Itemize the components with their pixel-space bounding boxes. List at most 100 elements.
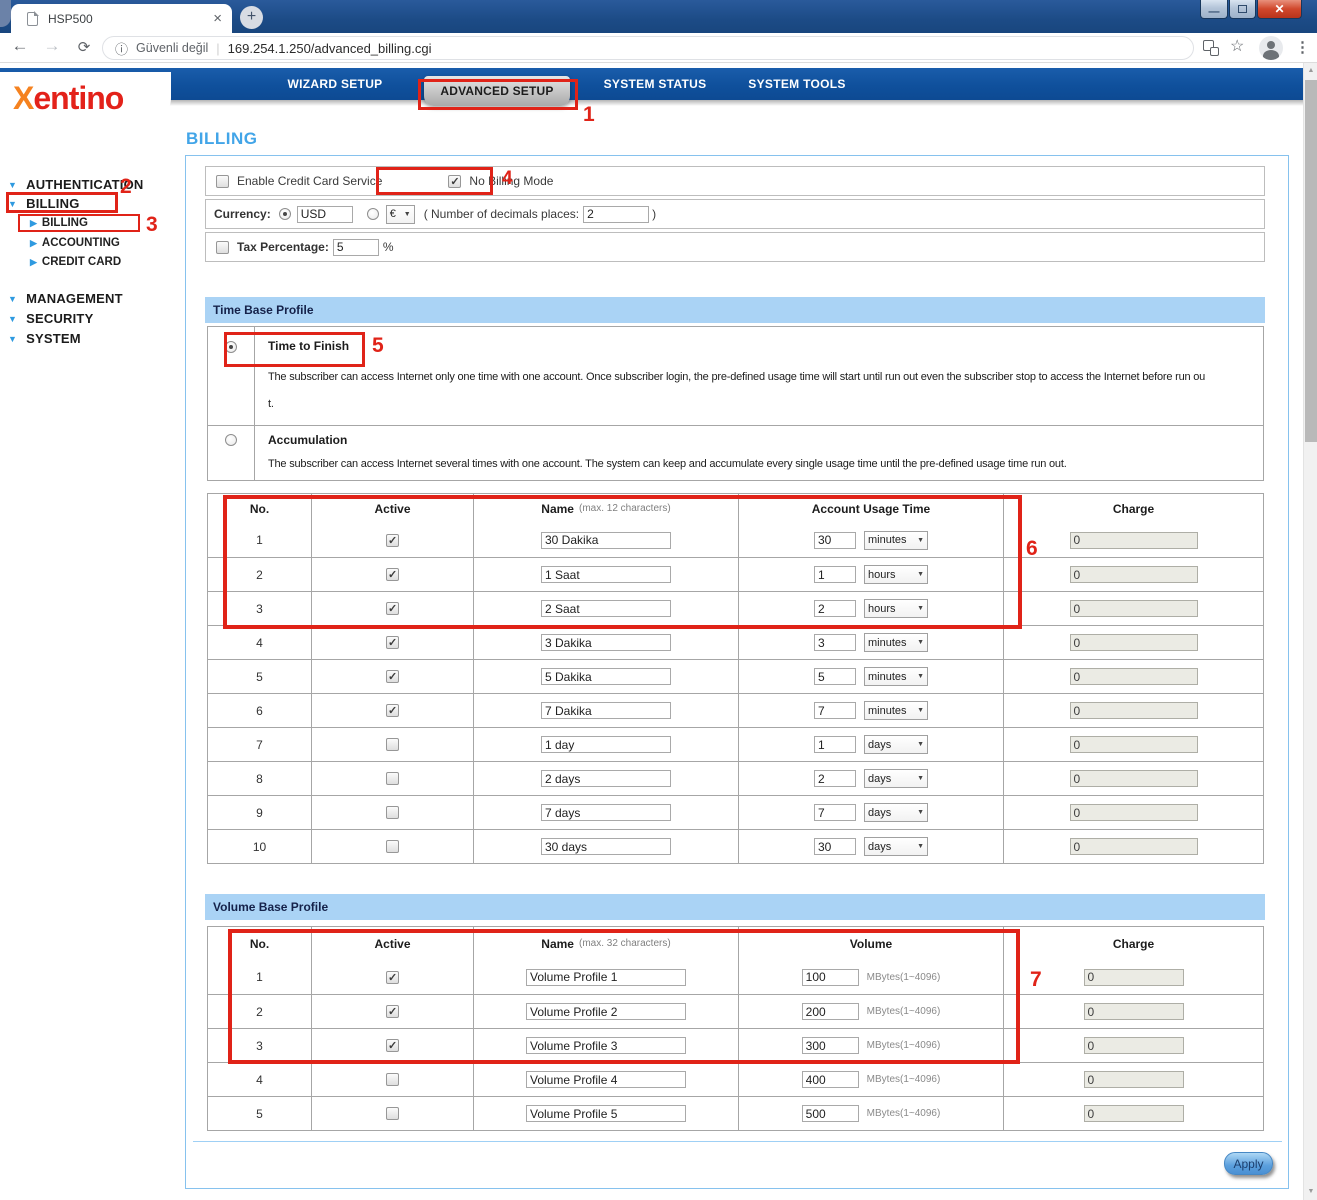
currency-usd-input[interactable]	[297, 206, 353, 223]
page-scrollbar[interactable]: ▲ ▼	[1303, 63, 1317, 1200]
usage-unit-select[interactable]: minutes ▼	[864, 701, 928, 720]
dropdown-arrow-icon: ▼	[913, 673, 924, 680]
active-checkbox[interactable]	[386, 806, 399, 819]
sidebar-item-security[interactable]: ▼ SECURITY	[8, 311, 93, 326]
decimals-input[interactable]	[583, 206, 649, 223]
charge-input[interactable]	[1070, 804, 1198, 821]
usage-unit-select[interactable]: days ▼	[864, 769, 928, 788]
usage-unit-select[interactable]: days ▼	[864, 803, 928, 822]
usage-time-input[interactable]	[814, 838, 856, 855]
annotation-box-3	[18, 214, 140, 232]
usage-unit-select[interactable]: minutes ▼	[864, 633, 928, 652]
charge-input[interactable]	[1084, 1071, 1184, 1088]
active-checkbox[interactable]	[386, 1073, 399, 1086]
browser-tab[interactable]: HSP500 ×	[11, 4, 232, 33]
charge-input[interactable]	[1070, 634, 1198, 651]
profile-name-input[interactable]	[526, 1071, 686, 1088]
active-checkbox[interactable]	[386, 738, 399, 751]
sidebar-item-system[interactable]: ▼ SYSTEM	[8, 331, 81, 346]
forward-icon[interactable]: →	[40, 36, 64, 56]
annotation-number-7: 7	[1030, 968, 1042, 992]
time-table-row: 7 days ▼	[208, 727, 1263, 761]
profile-name-input[interactable]	[541, 804, 671, 821]
profile-name-input[interactable]	[541, 634, 671, 651]
bookmark-star-icon[interactable]: ☆	[1230, 36, 1244, 56]
tree-expanded-icon: ▼	[8, 334, 17, 344]
translate-icon[interactable]	[1203, 40, 1219, 56]
nav-system-tools[interactable]: SYSTEM TOOLS	[748, 77, 845, 91]
currency-usd-radio[interactable]	[279, 208, 291, 220]
volume-input[interactable]	[802, 1105, 859, 1122]
nav-system-status[interactable]: SYSTEM STATUS	[604, 77, 707, 91]
usage-time-input[interactable]	[814, 804, 856, 821]
omnibox[interactable]: ⓘ Güvenli değil | 169.254.1.250/advanced…	[102, 36, 1194, 60]
url-text: 169.254.1.250/advanced_billing.cgi	[228, 41, 432, 56]
volume-table-row: 4 MBytes(1~4096)	[208, 1062, 1263, 1096]
dropdown-arrow-icon: ▼	[913, 741, 924, 748]
reload-icon[interactable]: ⟳	[72, 38, 96, 56]
row-number: 8	[208, 762, 311, 795]
volume-input[interactable]	[802, 1071, 859, 1088]
charge-input[interactable]	[1070, 736, 1198, 753]
time-base-profile-header: Time Base Profile	[205, 297, 1265, 323]
profile-name-input[interactable]	[541, 770, 671, 787]
charge-input[interactable]	[1084, 1105, 1184, 1122]
sidebar-item-credit-card[interactable]: ▶ CREDIT CARD	[30, 256, 121, 268]
charge-input[interactable]	[1070, 668, 1198, 685]
annotation-number-1: 1	[583, 103, 595, 127]
charge-input[interactable]	[1084, 969, 1184, 986]
usage-time-input[interactable]	[814, 634, 856, 651]
usage-unit-select[interactable]: minutes ▼	[864, 667, 928, 686]
site-info-icon[interactable]: ⓘ	[115, 39, 128, 58]
profile-name-input[interactable]	[541, 668, 671, 685]
profile-name-input[interactable]	[541, 702, 671, 719]
window-minimize-button[interactable]: —	[1200, 0, 1228, 19]
nav-wizard-setup[interactable]: WIZARD SETUP	[288, 77, 383, 91]
sidebar-item-management[interactable]: ▼ MANAGEMENT	[8, 291, 123, 306]
active-checkbox[interactable]	[386, 1107, 399, 1120]
charge-input[interactable]	[1084, 1037, 1184, 1054]
active-checkbox[interactable]	[386, 704, 399, 717]
usage-unit-select[interactable]: days ▼	[864, 735, 928, 754]
currency-euro-select[interactable]: € ▼	[386, 205, 415, 224]
active-checkbox[interactable]	[386, 772, 399, 785]
usage-time-input[interactable]	[814, 668, 856, 685]
tax-input[interactable]	[333, 239, 379, 256]
profile-name-input[interactable]	[541, 838, 671, 855]
new-tab-button[interactable]: +	[240, 6, 263, 29]
charge-input[interactable]	[1070, 838, 1198, 855]
tab-close-icon[interactable]: ×	[213, 11, 222, 26]
active-checkbox[interactable]	[386, 840, 399, 853]
window-close-button[interactable]: ✕	[1257, 0, 1302, 19]
charge-input[interactable]	[1070, 566, 1198, 583]
usage-unit-select[interactable]: days ▼	[864, 837, 928, 856]
usage-unit-value: minutes	[868, 705, 907, 717]
enable-credit-card-checkbox[interactable]	[216, 175, 229, 188]
active-checkbox[interactable]	[386, 670, 399, 683]
charge-input[interactable]	[1070, 770, 1198, 787]
apply-button[interactable]: Apply	[1224, 1152, 1273, 1175]
back-icon[interactable]: ←	[8, 36, 32, 56]
scroll-down-icon[interactable]: ▼	[1304, 1184, 1317, 1200]
usage-time-input[interactable]	[814, 702, 856, 719]
maximize-icon	[1238, 5, 1247, 13]
browser-menu-icon[interactable]: ⋮	[1295, 38, 1310, 56]
volume-base-profile-header: Volume Base Profile	[205, 894, 1265, 920]
charge-input[interactable]	[1070, 532, 1198, 549]
profile-avatar[interactable]	[1259, 36, 1283, 60]
scrollbar-thumb[interactable]	[1305, 80, 1317, 442]
active-checkbox[interactable]	[386, 636, 399, 649]
charge-input[interactable]	[1084, 1003, 1184, 1020]
profile-name-input[interactable]	[526, 1105, 686, 1122]
profile-name-input[interactable]	[541, 736, 671, 753]
currency-euro-radio[interactable]	[367, 208, 379, 220]
charge-input[interactable]	[1070, 702, 1198, 719]
tax-checkbox[interactable]	[216, 241, 229, 254]
usage-time-input[interactable]	[814, 736, 856, 753]
scroll-up-icon[interactable]: ▲	[1304, 63, 1317, 79]
window-maximize-button[interactable]	[1229, 0, 1256, 19]
accumulation-radio[interactable]	[225, 434, 237, 446]
charge-input[interactable]	[1070, 600, 1198, 617]
sidebar-item-accounting[interactable]: ▶ ACCOUNTING	[30, 237, 120, 249]
usage-time-input[interactable]	[814, 770, 856, 787]
